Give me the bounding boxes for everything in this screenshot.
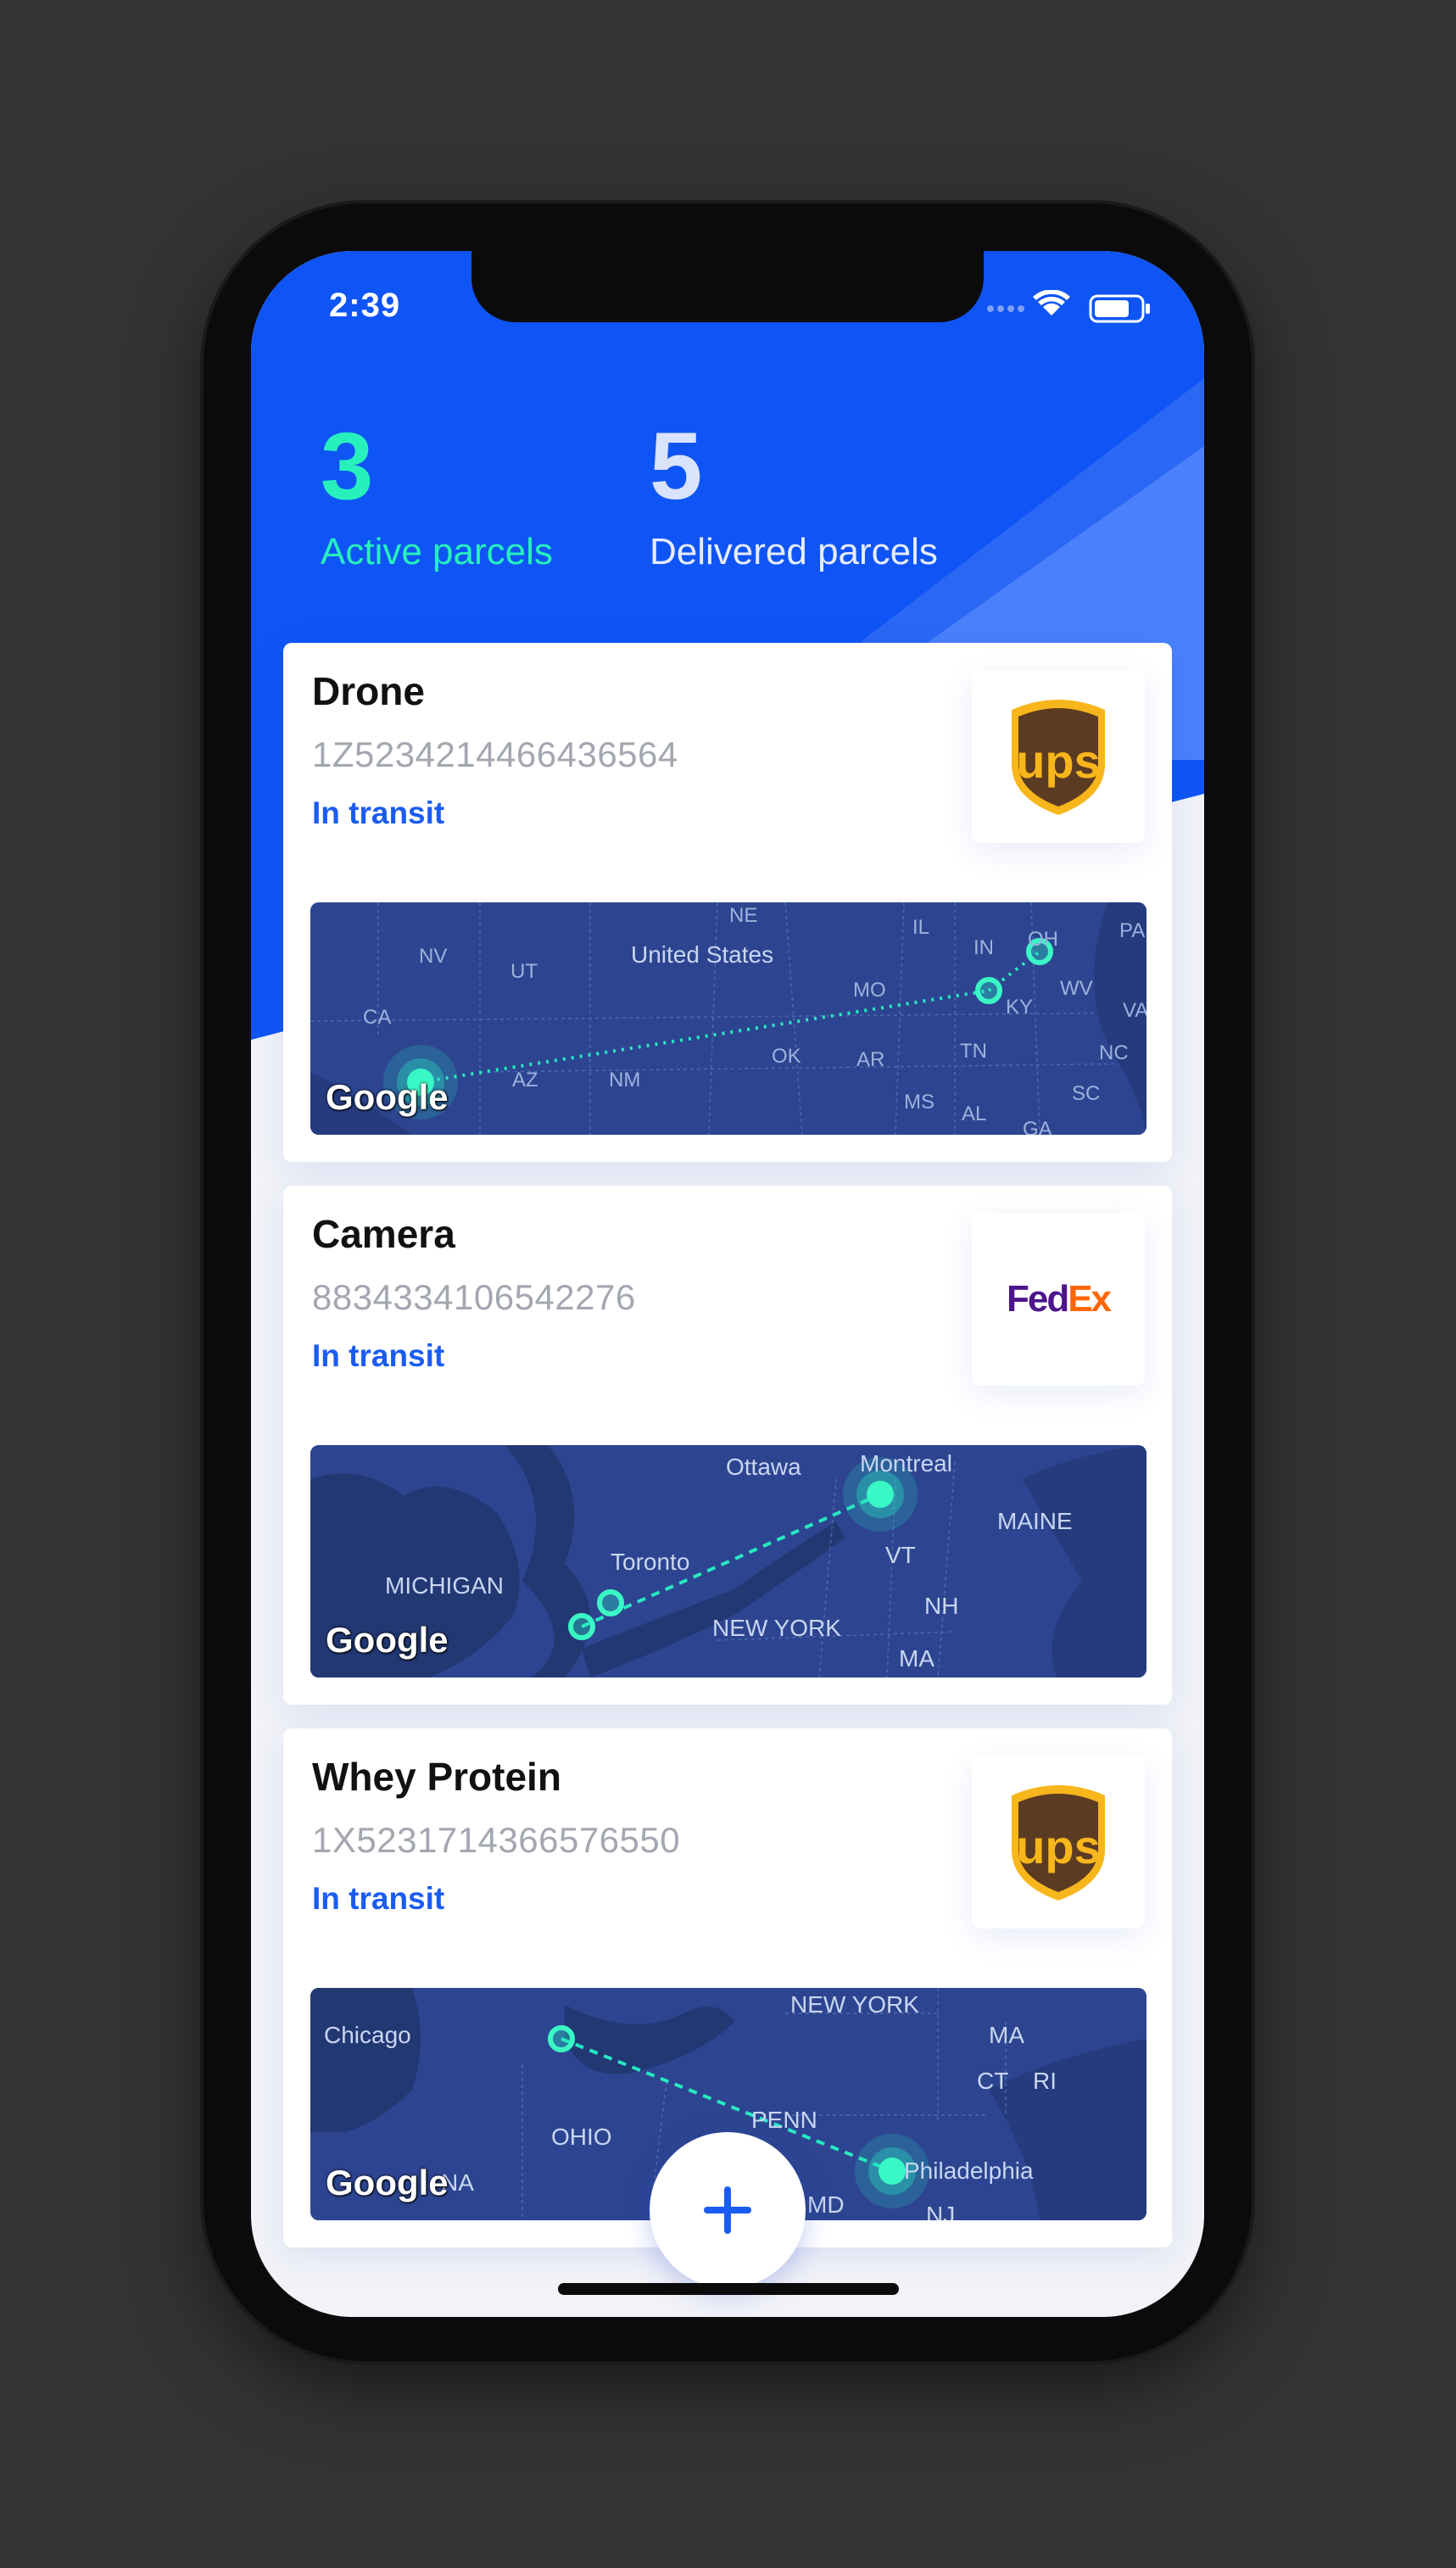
add-parcel-button[interactable] xyxy=(650,2132,806,2288)
map-label: AR xyxy=(856,1048,885,1071)
map-label: MICHIGAN xyxy=(385,1572,504,1599)
ups-logo: ups xyxy=(972,670,1145,843)
map-label: GA xyxy=(1023,1118,1052,1135)
map-label: MD xyxy=(807,2191,845,2218)
tracking-number: 8834334106542276 xyxy=(312,1277,636,1317)
delivered-parcels-stat: 5 Delivered parcels xyxy=(650,419,938,573)
map-label: Philadelphia xyxy=(904,2158,1034,2184)
map-label: OH xyxy=(1028,928,1058,951)
active-parcels-stat: 3 Active parcels xyxy=(321,419,553,573)
map-label: VA xyxy=(1123,999,1146,1022)
google-attribution: Google xyxy=(326,2163,449,2202)
fedex-logo: FedEx xyxy=(972,1213,1145,1386)
active-parcels-label: Active parcels xyxy=(321,531,553,572)
google-attribution: Google xyxy=(326,1077,449,1117)
map-label: Montreal xyxy=(860,1450,952,1477)
map-label: PA xyxy=(1119,919,1146,942)
delivered-parcels-label: Delivered parcels xyxy=(650,531,938,572)
parcel-title: Whey Protein xyxy=(312,1755,561,1799)
map-label: RI xyxy=(1033,2068,1057,2094)
plus-icon xyxy=(704,2186,751,2234)
google-attribution: Google xyxy=(326,1620,449,1660)
map-label: NJ xyxy=(926,2202,956,2220)
status-time: 2:39 xyxy=(329,287,401,324)
route-map[interactable]: Ottawa Montreal MAINE Toronto VT MICHIGA… xyxy=(310,1445,1146,1678)
map-label: Ottawa xyxy=(726,1454,801,1480)
map-label: OK xyxy=(772,1045,801,1068)
map-label: CA xyxy=(363,1006,392,1029)
parcel-status: In transit xyxy=(312,1881,445,1916)
wifi-icon xyxy=(1033,289,1070,315)
parcel-status: In transit xyxy=(312,1338,445,1373)
map-label: OHIO xyxy=(551,2124,612,2150)
signal-icon xyxy=(987,305,1024,312)
map-label: SC xyxy=(1072,1082,1101,1105)
map-label: NEW YORK xyxy=(712,1615,841,1641)
parcel-title: Camera xyxy=(312,1212,455,1256)
battery-icon xyxy=(1089,294,1150,323)
map-label: MA xyxy=(989,2022,1024,2048)
map-label: MAINE xyxy=(997,1508,1073,1534)
tracking-number: 1X5231714366576550 xyxy=(312,1820,681,1860)
map-label: NE xyxy=(729,904,758,927)
active-parcels-count: 3 xyxy=(321,413,374,519)
map-label: VT xyxy=(885,1542,916,1568)
map-label: MS xyxy=(904,1091,934,1114)
parcel-title: Drone xyxy=(312,669,425,713)
map-label: NV xyxy=(419,945,448,968)
tracking-number: 1Z5234214466436564 xyxy=(312,734,678,774)
map-label: TN xyxy=(960,1040,987,1063)
map-label: UT xyxy=(510,960,538,983)
map-label: NEW YORK xyxy=(790,1991,919,2018)
delivered-parcels-count: 5 xyxy=(650,413,703,519)
map-label: PENN xyxy=(751,2107,817,2133)
map-label: KY xyxy=(1006,996,1034,1019)
fedex-logo-ex: Ex xyxy=(1068,1278,1112,1320)
parcel-status: In transit xyxy=(312,796,445,830)
map-label: MO xyxy=(853,979,886,1002)
device-notch xyxy=(471,251,984,322)
map-label: IL xyxy=(912,916,930,939)
map-label: AZ xyxy=(512,1069,538,1091)
map-label: AL xyxy=(962,1103,987,1125)
app-screen: 2:39 3 Active parcels 5 Delivered parcel… xyxy=(251,251,1204,2317)
fedex-logo-fed: Fed xyxy=(1006,1278,1069,1320)
home-indicator[interactable] xyxy=(558,2283,899,2295)
map-label: Toronto xyxy=(611,1549,690,1575)
parcel-card[interactable]: Camera 8834334106542276 In transit FedEx xyxy=(283,1186,1172,1705)
map-label: United States xyxy=(631,941,774,968)
map-label: NH xyxy=(924,1593,959,1619)
ups-logo-text: ups xyxy=(1016,734,1101,788)
map-label: IN xyxy=(973,936,994,959)
ups-logo: ups xyxy=(972,1756,1145,1929)
ups-logo-text: ups xyxy=(1016,1820,1101,1873)
map-label: MA xyxy=(899,1645,934,1672)
map-label: NM xyxy=(609,1069,641,1091)
route-map[interactable]: NE IL IN OH PA NV UT United States MO KY… xyxy=(310,902,1146,1135)
map-label: CT xyxy=(977,2068,1009,2094)
map-label: Chicago xyxy=(324,2022,411,2048)
parcel-card[interactable]: Drone 1Z5234214466436564 In transit ups xyxy=(283,643,1172,1162)
status-icons xyxy=(985,289,1163,324)
map-label: WV xyxy=(1060,977,1093,1000)
map-label: NC xyxy=(1099,1041,1129,1064)
